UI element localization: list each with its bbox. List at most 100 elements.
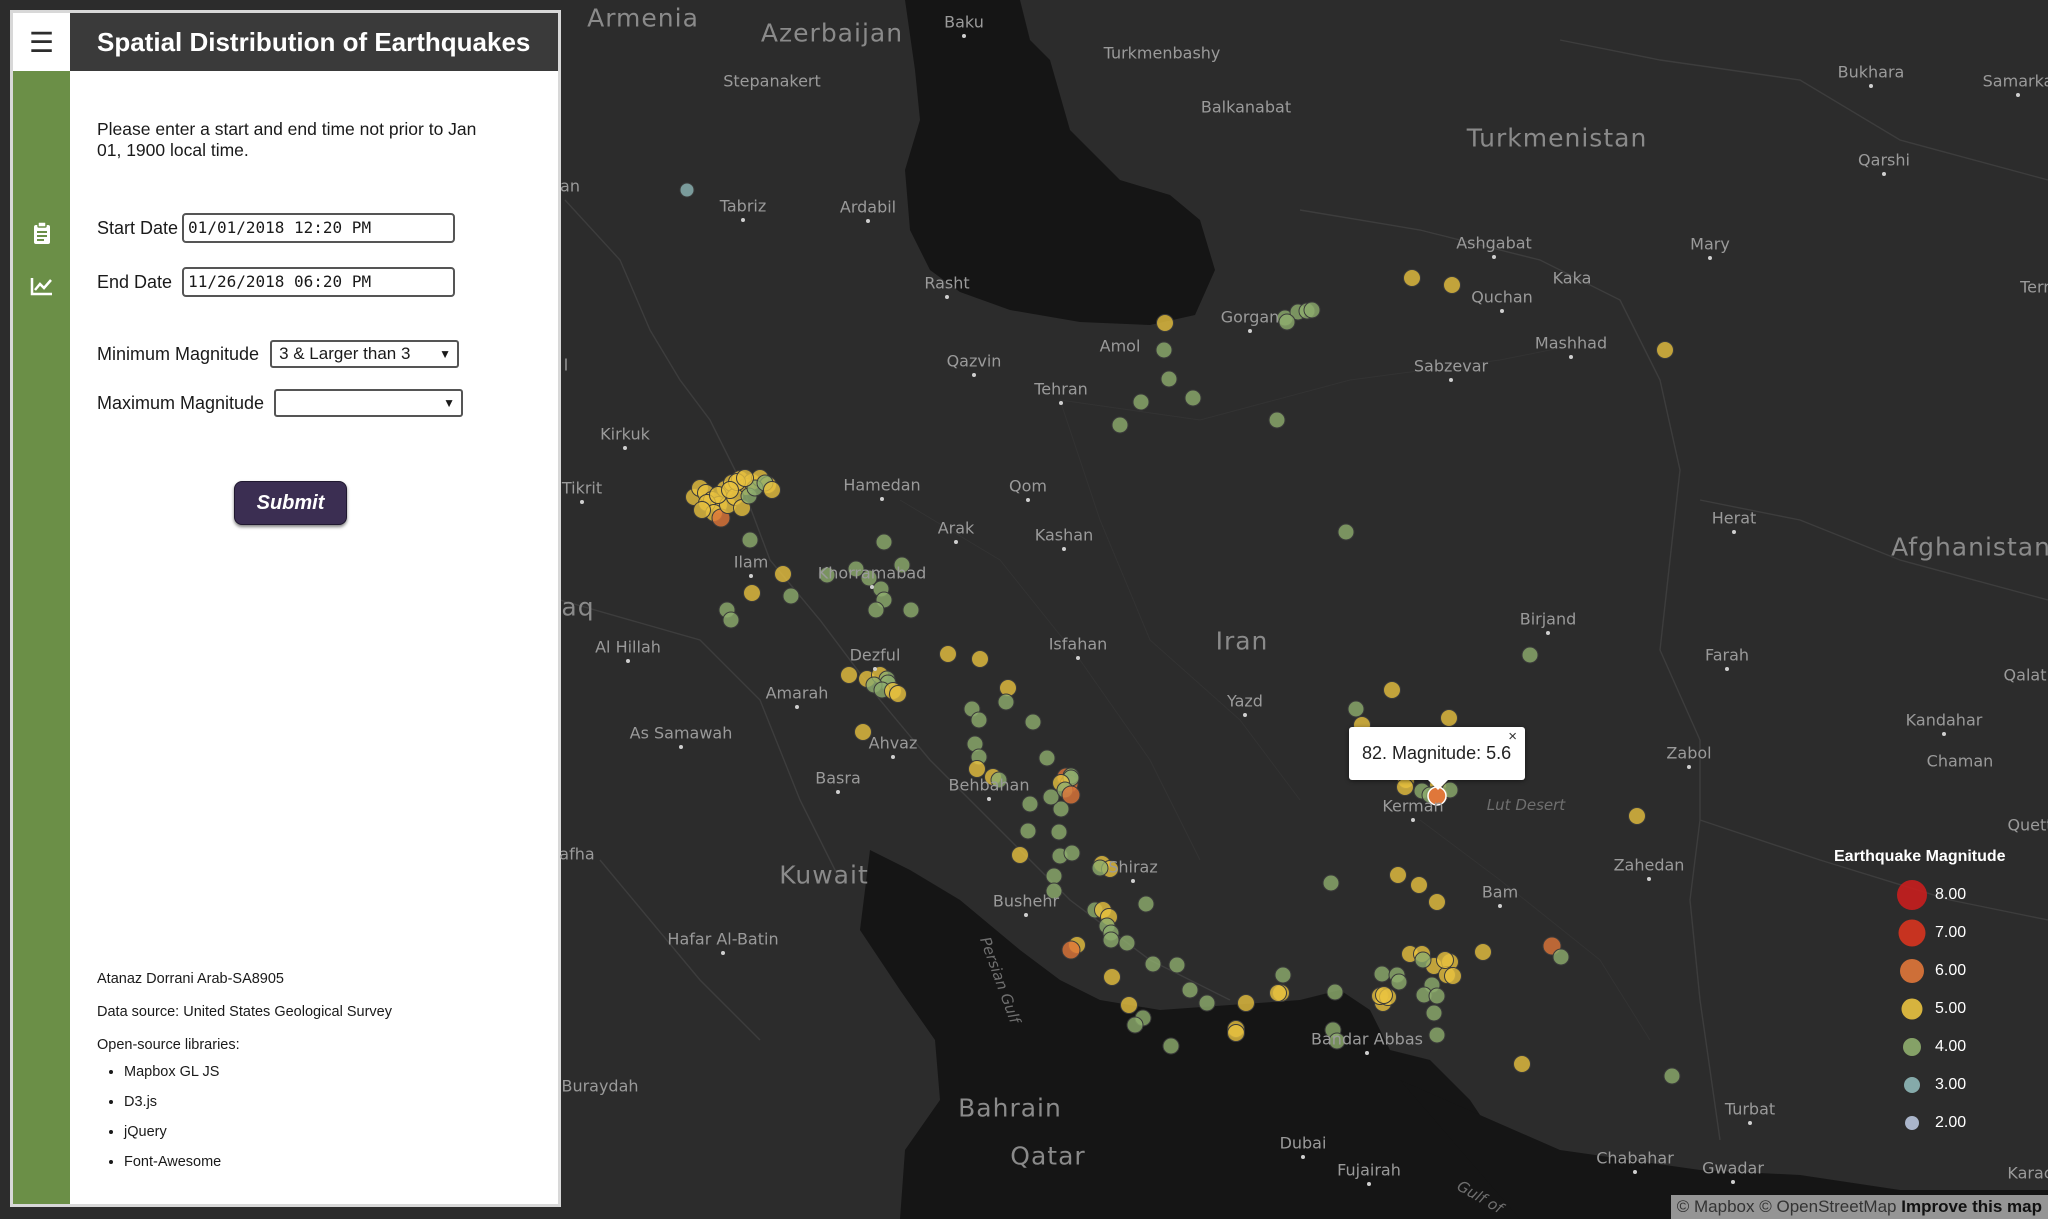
earthquake-point[interactable] [1373,965,1391,983]
earthquake-point[interactable] [1268,411,1286,429]
earthquake-point[interactable] [1061,785,1081,805]
earthquake-point[interactable] [1303,301,1321,319]
earthquake-point[interactable] [1042,788,1060,806]
earthquake-point[interactable] [840,666,858,684]
earthquake-point[interactable] [1628,807,1646,825]
city-marker [1076,656,1080,660]
start-date-input[interactable]: 01/01/2018 12:20 PM [182,213,456,243]
earthquake-point[interactable] [1019,822,1037,840]
earthquake-point[interactable] [970,711,988,729]
clipboard-icon[interactable] [13,221,70,250]
earthquake-point[interactable] [1024,713,1042,731]
earthquake-point[interactable] [1102,931,1120,949]
earthquake-point[interactable] [1389,866,1407,884]
earthquake-point[interactable] [1269,984,1287,1002]
earthquake-point[interactable] [1347,700,1365,718]
close-icon[interactable]: × [1508,728,1517,745]
earthquake-point[interactable] [1063,844,1081,862]
line-chart-icon[interactable] [13,276,70,301]
submit-button[interactable]: Submit [234,481,347,525]
earthquake-point[interactable] [1168,956,1186,974]
earthquake-point[interactable] [971,650,989,668]
earthquake-point[interactable] [939,645,957,663]
earthquake-point[interactable] [782,587,800,605]
city-marker [679,745,683,749]
earthquake-point[interactable] [743,584,761,602]
earthquake-point[interactable] [1045,867,1063,885]
earthquake-point[interactable] [1322,874,1340,892]
earthquake-point[interactable] [1274,966,1292,984]
earthquake-point[interactable] [1444,967,1462,985]
earthquake-point[interactable] [1137,895,1155,913]
earthquake-point[interactable] [1156,314,1174,332]
city-label-tikrit: Tikrit [561,478,603,498]
earthquake-point[interactable] [1410,876,1428,894]
earthquake-point[interactable] [1390,973,1408,991]
earthquake-point[interactable] [1061,940,1081,960]
earthquake-point[interactable] [1428,1026,1446,1044]
earthquake-point[interactable] [1011,846,1029,864]
earthquake-point[interactable] [997,693,1015,711]
min-magnitude-select[interactable]: 3 & Larger than 3 ▼ [270,340,460,368]
mapbox-link[interactable]: © Mapbox [1677,1197,1755,1216]
earthquake-point[interactable] [736,469,754,487]
earthquake-point[interactable] [1663,1067,1681,1085]
earthquake-point[interactable] [1337,523,1355,541]
earthquake-point[interactable] [1126,1016,1144,1034]
earthquake-point[interactable] [1436,951,1454,969]
earthquake-point[interactable] [1091,859,1109,877]
earthquake-point[interactable] [1038,749,1056,767]
earthquake-point[interactable] [1383,681,1401,699]
earthquake-point[interactable] [1513,1055,1531,1073]
end-date-input[interactable]: 11/26/2018 06:20 PM [182,267,456,297]
earthquake-point[interactable] [1552,948,1570,966]
earthquake-point[interactable] [722,611,740,629]
earthquake-point[interactable] [1521,646,1539,664]
earthquake-point[interactable] [1474,943,1492,961]
improve-map-link[interactable]: Improve this map [1901,1197,2042,1216]
earthquake-point[interactable] [1111,416,1129,434]
earthquake-point[interactable] [1198,994,1216,1012]
earthquake-point[interactable] [1428,893,1446,911]
earthquake-point[interactable] [1103,968,1121,986]
earthquake-point[interactable] [1155,341,1173,359]
earthquake-point[interactable] [1162,1037,1180,1055]
earthquake-point[interactable] [774,565,792,583]
earthquake-point[interactable] [1144,955,1162,973]
earthquake-point[interactable] [1375,986,1393,1004]
libs-heading: Open-source libraries: [97,1037,240,1053]
earthquake-point[interactable] [1120,996,1138,1014]
earthquake-point[interactable] [1237,994,1255,1012]
earthquake-point[interactable] [1326,983,1344,1001]
earthquake-point[interactable] [1050,823,1068,841]
earthquake-point[interactable] [1443,276,1461,294]
earthquake-point[interactable] [1414,951,1432,969]
earthquake-point[interactable] [1227,1024,1245,1042]
earthquake-point[interactable] [1425,1004,1443,1022]
earthquake-point[interactable] [1118,934,1136,952]
max-magnitude-select[interactable]: ▼ [274,389,464,417]
earthquake-point[interactable] [1021,795,1039,813]
osm-link[interactable]: © OpenStreetMap [1759,1197,1896,1216]
earthquake-point[interactable] [763,481,781,499]
earthquake-point[interactable] [1181,981,1199,999]
earthquake-point[interactable] [1184,389,1202,407]
earthquake-point[interactable] [1428,987,1446,1005]
earthquake-point[interactable] [693,501,711,519]
earthquake-point[interactable] [1403,269,1421,287]
menu-toggle-button[interactable]: ☰ [13,13,70,71]
earthquake-point[interactable] [889,685,907,703]
earthquake-point[interactable] [1440,709,1458,727]
earthquake-point[interactable] [875,533,893,551]
earthquake-point[interactable] [1160,370,1178,388]
earthquake-point[interactable] [721,481,739,499]
earthquake-point[interactable] [1656,341,1674,359]
legend-swatch [1898,919,1926,947]
earthquake-point[interactable] [1132,393,1150,411]
earthquake-point[interactable] [902,601,920,619]
earthquake-point[interactable] [679,182,695,198]
earthquake-point[interactable] [867,601,885,619]
earthquake-point[interactable] [1396,778,1414,796]
earthquake-point[interactable] [1278,313,1296,331]
earthquake-point[interactable] [741,531,759,549]
